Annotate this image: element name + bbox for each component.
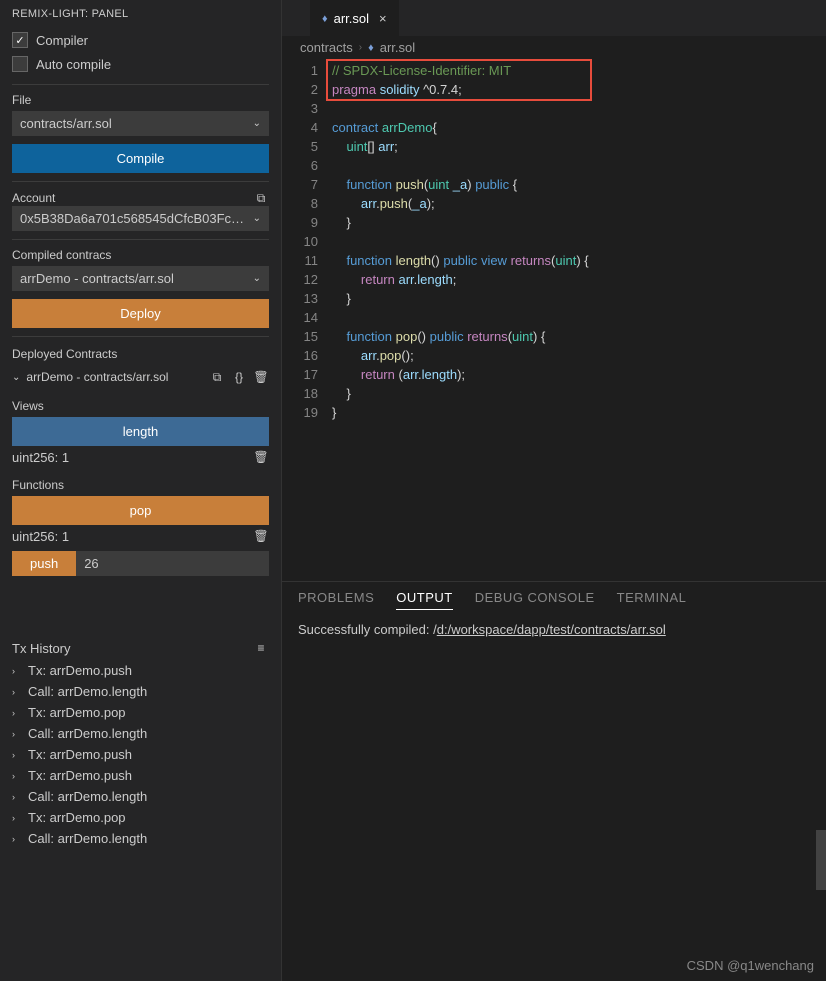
chevron-down-icon: ⌄ (253, 273, 261, 284)
chevron-right-icon: › (12, 708, 22, 718)
line-gutter: 12345678910111213141516171819 (282, 61, 332, 581)
tx-label: Tx: arrDemo.pop (28, 705, 126, 720)
divider (12, 239, 269, 240)
file-label: File (12, 93, 269, 107)
account-select[interactable]: 0x5B38Da6a701c568545dCfcB03FcB875... ⌄ (12, 206, 269, 231)
account-label: Account (12, 191, 55, 205)
output-prefix: Successfully compiled: / (298, 622, 437, 637)
tx-label: Tx: arrDemo.push (28, 747, 132, 762)
editor-area: ♦ arr.sol × contracts › ♦ arr.sol 123456… (282, 0, 826, 981)
chevron-right-icon: › (12, 750, 22, 760)
copy-icon[interactable]: ⧉ (253, 190, 269, 206)
divider (12, 181, 269, 182)
chevron-right-icon: › (12, 729, 22, 739)
tab-label: arr.sol (334, 11, 369, 26)
breadcrumb[interactable]: contracts › ♦ arr.sol (282, 36, 826, 59)
breadcrumb-contracts[interactable]: contracts (300, 40, 353, 55)
chevron-right-icon: › (12, 687, 22, 697)
watermark: CSDN @q1wenchang (687, 958, 814, 973)
views-label: Views (12, 399, 269, 413)
autocompile-label: Auto compile (36, 57, 111, 72)
tx-label: Call: arrDemo.length (28, 684, 147, 699)
tx-item[interactable]: › Tx: arrDemo.push (12, 660, 269, 681)
compiler-label: Compiler (36, 33, 88, 48)
tx-item[interactable]: › Call: arrDemo.length (12, 723, 269, 744)
pop-button[interactable]: pop (12, 496, 269, 525)
braces-icon[interactable]: {} (231, 369, 247, 385)
output-panel: PROBLEMS OUTPUT DEBUG CONSOLE TERMINAL S… (282, 581, 826, 981)
output-path[interactable]: d:/workspace/dapp/test/contracts/arr.sol (437, 622, 666, 637)
tx-item[interactable]: › Tx: arrDemo.push (12, 744, 269, 765)
file-value: contracts/arr.sol (20, 116, 112, 131)
tx-label: Tx: arrDemo.push (28, 663, 132, 678)
compiled-label: Compiled contracs (12, 248, 269, 262)
chevron-right-icon: › (12, 813, 22, 823)
divider (12, 84, 269, 85)
code-editor[interactable]: 12345678910111213141516171819 // SPDX-Li… (282, 59, 826, 581)
code-content[interactable]: // SPDX-License-Identifier: MIT pragma s… (332, 61, 826, 581)
tx-history-label: Tx History (12, 641, 71, 656)
length-result: uint256: 1 (12, 450, 69, 465)
tx-item[interactable]: › Call: arrDemo.length (12, 828, 269, 849)
compile-button[interactable]: Compile (12, 144, 269, 173)
chevron-right-icon: › (12, 792, 22, 802)
autocompile-checkbox-row[interactable]: Auto compile (12, 52, 269, 76)
autocompile-checkbox[interactable] (12, 56, 28, 72)
tx-label: Call: arrDemo.length (28, 726, 147, 741)
tx-item[interactable]: › Tx: arrDemo.push (12, 765, 269, 786)
chevron-right-icon: › (359, 42, 362, 53)
pop-result: uint256: 1 (12, 529, 69, 544)
chevron-down-icon: ⌄ (253, 213, 261, 224)
remix-panel: REMIX-LIGHT: PANEL Compiler Auto compile… (0, 0, 282, 981)
deploy-button[interactable]: Deploy (12, 299, 269, 328)
chevron-down-icon: ⌄ (12, 372, 20, 383)
length-button[interactable]: length (12, 417, 269, 446)
panel-title: REMIX-LIGHT: PANEL (0, 0, 281, 28)
deployed-contracts-label: Deployed Contracts (12, 347, 269, 361)
divider (12, 336, 269, 337)
tx-item[interactable]: › Tx: arrDemo.pop (12, 702, 269, 723)
tx-item[interactable]: › Call: arrDemo.length (12, 786, 269, 807)
compiled-value: arrDemo - contracts/arr.sol (20, 271, 174, 286)
push-button[interactable]: push (12, 551, 76, 576)
copy-icon[interactable]: ⧉ (209, 369, 225, 385)
functions-label: Functions (12, 478, 269, 492)
account-value: 0x5B38Da6a701c568545dCfcB03FcB875... (20, 211, 253, 226)
chevron-right-icon: › (12, 666, 22, 676)
deployed-contract-item[interactable]: ⌄ arrDemo - contracts/arr.sol ⧉ {} 🗑 (12, 365, 269, 389)
list-icon[interactable]: ≡ (253, 640, 269, 656)
tx-label: Call: arrDemo.length (28, 831, 147, 846)
tx-item[interactable]: › Call: arrDemo.length (12, 681, 269, 702)
tx-item[interactable]: › Tx: arrDemo.pop (12, 807, 269, 828)
close-icon[interactable]: × (379, 11, 387, 26)
tab-problems[interactable]: PROBLEMS (298, 590, 374, 610)
chevron-down-icon: ⌄ (253, 118, 261, 129)
output-body: Successfully compiled: /d:/workspace/dap… (282, 618, 826, 642)
tx-label: Call: arrDemo.length (28, 789, 147, 804)
breadcrumb-file[interactable]: arr.sol (380, 40, 415, 55)
push-row: push 26 (12, 551, 269, 576)
ethereum-icon: ♦ (322, 13, 328, 25)
trash-icon[interactable]: 🗑 (253, 449, 269, 465)
trash-icon[interactable]: 🗑 (253, 369, 269, 385)
push-input[interactable]: 26 (76, 551, 269, 576)
chevron-right-icon: › (12, 834, 22, 844)
tab-debug[interactable]: DEBUG CONSOLE (475, 590, 595, 610)
tab-terminal[interactable]: TERMINAL (617, 590, 687, 610)
tab-bar: ♦ arr.sol × (282, 0, 826, 36)
tx-label: Tx: arrDemo.push (28, 768, 132, 783)
ethereum-icon: ♦ (368, 42, 374, 54)
output-tabs: PROBLEMS OUTPUT DEBUG CONSOLE TERMINAL (282, 582, 826, 618)
file-select[interactable]: contracts/arr.sol ⌄ (12, 111, 269, 136)
tx-label: Tx: arrDemo.pop (28, 810, 126, 825)
compiler-checkbox-row[interactable]: Compiler (12, 28, 269, 52)
compiled-select[interactable]: arrDemo - contracts/arr.sol ⌄ (12, 266, 269, 291)
tab-output[interactable]: OUTPUT (396, 590, 452, 610)
tab-arr-sol[interactable]: ♦ arr.sol × (310, 0, 399, 36)
trash-icon[interactable]: 🗑 (253, 528, 269, 544)
deployed-name: arrDemo - contracts/arr.sol (26, 370, 203, 384)
compiler-checkbox[interactable] (12, 32, 28, 48)
chevron-right-icon: › (12, 771, 22, 781)
